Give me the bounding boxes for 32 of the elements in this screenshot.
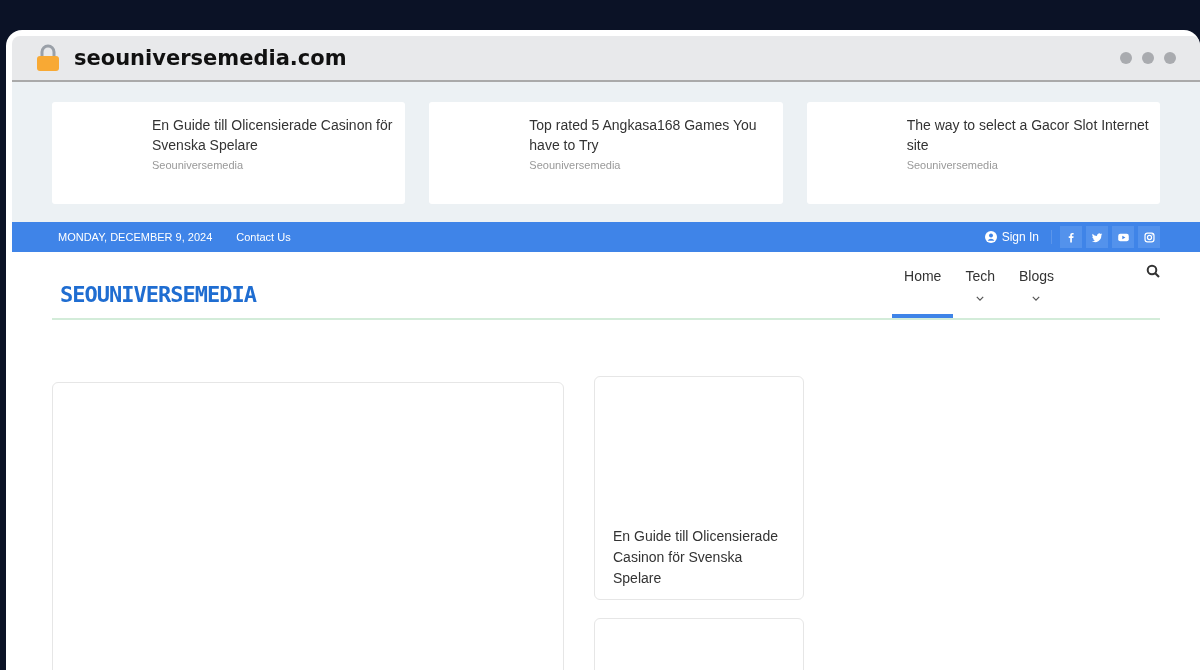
post-title[interactable]: En Guide till Olicensierade Casinon för Svenska Spelare <box>152 115 396 155</box>
social-button[interactable] <box>1112 226 1134 248</box>
post-title[interactable]: Top rated 5 Angkasa168 Games You have to Try <box>529 115 773 155</box>
social-button[interactable] <box>1060 226 1082 248</box>
post-card[interactable]: Top rated 5 Angkasa168 Games You have to Try Seouniversemedia <box>429 102 783 204</box>
lock-icon <box>36 44 60 72</box>
nav-tab[interactable]: Tech <box>953 252 1007 318</box>
window-dot-icon[interactable] <box>1164 52 1176 64</box>
social-button[interactable] <box>1138 226 1160 248</box>
post-card[interactable]: The way to select a Gacor Slot Internet site Seouniversemedia <box>806 102 1160 204</box>
social-button[interactable] <box>1086 226 1108 248</box>
caret-icon <box>976 296 985 301</box>
sign-in-link[interactable]: Sign In <box>984 230 1052 244</box>
top-link[interactable]: Contact Us <box>236 231 291 243</box>
site-logo[interactable]: SEOUNIVERSEMEDIA <box>60 282 256 307</box>
post-source: Seouniversemedia <box>529 159 622 171</box>
caret-icon <box>1032 296 1041 301</box>
twitter-icon <box>1090 230 1104 244</box>
date-text: MONDAY, DECEMBER 9, 2024 <box>58 231 213 243</box>
post-card[interactable]: En Guide till Olicensierade Casinon för Svenska Spelare <box>594 376 804 600</box>
window-dot-icon[interactable] <box>1142 52 1154 64</box>
window-dot-icon[interactable] <box>1120 52 1132 64</box>
post-title[interactable]: The way to select a Gacor Slot Internet site <box>906 115 1150 155</box>
post-title[interactable]: En Guide till Olicensierade Casinon för Svenska Spelare <box>613 526 785 589</box>
url-text[interactable]: seouniversemedia.com <box>74 46 347 70</box>
user-icon <box>984 231 997 243</box>
post-source: Seouniversemedia <box>906 159 999 171</box>
post-source: Seouniversemedia <box>152 159 245 171</box>
post-card[interactable]: En Guide till Olicensierade Casinon för Svenska Spelare Seouniversemedia <box>52 102 406 204</box>
instagram-icon <box>1142 230 1156 244</box>
search-icon[interactable] <box>1146 264 1160 278</box>
nav-tab[interactable]: Blogs <box>1006 252 1066 318</box>
